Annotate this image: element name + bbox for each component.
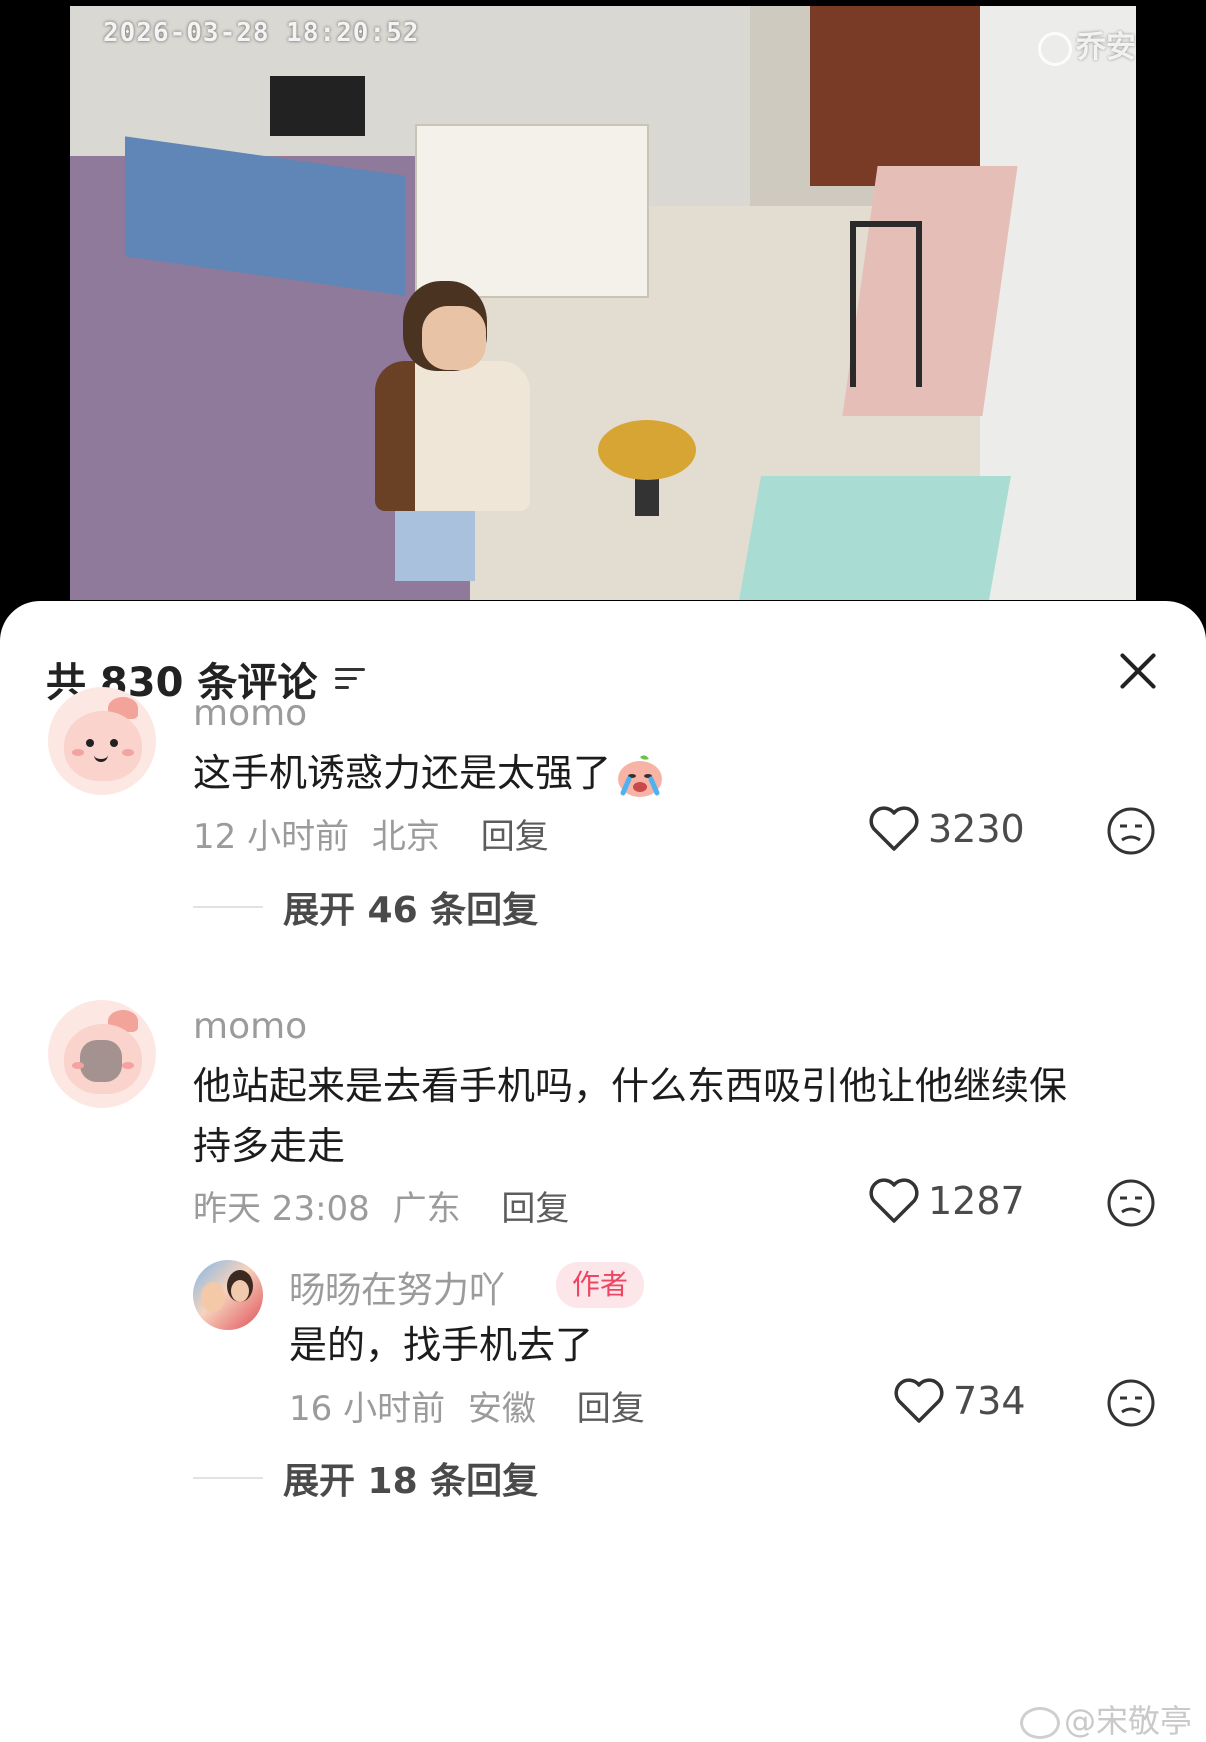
comment-username[interactable]: momo	[193, 1006, 307, 1047]
camera-brand-text: 乔安	[1076, 30, 1136, 65]
close-icon[interactable]	[1112, 645, 1164, 697]
filter-icon[interactable]	[335, 664, 369, 694]
surveillance-video[interactable]	[70, 6, 1136, 600]
video-chair	[850, 221, 922, 387]
author-avatar[interactable]	[193, 1260, 263, 1330]
comment-text-body: 这手机诱惑力还是太强了	[193, 751, 612, 795]
dislike-face-icon[interactable]	[1106, 806, 1156, 856]
comments-sheet: 共 830 条评论 momo 这手机诱惑力还是太强了 12 小时前 北京 回复 …	[0, 601, 1206, 1742]
heart-icon	[869, 806, 919, 851]
reply-button[interactable]: 回复	[481, 817, 549, 857]
expand-replies-button[interactable]: 展开 46 条回复	[193, 881, 538, 933]
like-count: 1287	[928, 1179, 1025, 1223]
reply-text: 是的，找手机去了	[289, 1323, 594, 1367]
watermark-text: @宋敬亭	[1064, 1702, 1193, 1740]
heart-icon	[869, 1178, 919, 1223]
comment-time: 昨天 23:08	[193, 1189, 370, 1229]
video-door	[810, 6, 980, 186]
video-table	[739, 476, 1011, 600]
reply-location: 安徽	[467, 1389, 536, 1429]
dislike-face-icon[interactable]	[1106, 1178, 1156, 1228]
like-count: 734	[953, 1379, 1026, 1423]
like-button[interactable]: 734	[893, 1377, 1026, 1425]
dislike-face-icon[interactable]	[1106, 1378, 1156, 1428]
video-timestamp: 2026-03-28 18:20:52	[103, 18, 420, 48]
reply-time: 16 小时前	[289, 1389, 446, 1429]
comment-meta: 昨天 23:08 广东 回复	[193, 1181, 569, 1230]
comment-location: 北京	[371, 817, 440, 857]
camera-brand-watermark: 乔安	[1038, 22, 1136, 66]
comment-text-line: 他站起来是去看手机吗，什么东西吸引他让他继续保	[193, 1064, 1068, 1108]
expand-replies-label: 展开 46 条回复	[283, 890, 539, 931]
video-child-body	[375, 361, 530, 511]
video-child-legs	[395, 501, 475, 581]
comment-text-line: 持多走走	[193, 1124, 346, 1168]
comment-location: 广东	[392, 1189, 461, 1229]
video-stool	[598, 420, 696, 480]
like-button[interactable]: 3230	[868, 805, 1025, 853]
expand-replies-label: 展开 18 条回复	[283, 1461, 539, 1502]
expand-divider	[193, 906, 263, 908]
reply-username[interactable]: 旸旸在努力吖	[289, 1261, 505, 1313]
expand-replies-button[interactable]: 展开 18 条回复	[193, 1452, 538, 1504]
avatar[interactable]	[48, 1000, 156, 1108]
crying-emoji-icon	[615, 753, 665, 799]
comment-text: 这手机诱惑力还是太强了	[193, 743, 665, 803]
comment-text: 他站起来是去看手机吗，什么东西吸引他让他继续保 持多走走	[193, 1056, 1173, 1176]
video-child-face	[422, 306, 486, 370]
heart-icon	[894, 1378, 944, 1423]
avatar[interactable]	[48, 687, 156, 795]
video-cabinet	[415, 124, 649, 298]
comment-time: 12 小时前	[193, 817, 350, 857]
author-badge: 作者	[556, 1262, 645, 1308]
reply-button[interactable]: 回复	[577, 1389, 645, 1429]
like-button[interactable]: 1287	[868, 1177, 1025, 1225]
weibo-logo-icon	[1020, 1707, 1060, 1739]
camera-brand-logo-icon	[1038, 31, 1072, 66]
like-count: 3230	[928, 807, 1025, 851]
reply-button[interactable]: 回复	[501, 1189, 569, 1229]
reply-meta: 16 小时前 安徽 回复	[289, 1381, 645, 1430]
video-microwave	[270, 76, 365, 136]
comment-username[interactable]: momo	[193, 693, 307, 734]
weibo-watermark: @宋敬亭	[1020, 1696, 1192, 1742]
comment-meta: 12 小时前 北京 回复	[193, 809, 549, 858]
expand-divider	[193, 1477, 263, 1479]
